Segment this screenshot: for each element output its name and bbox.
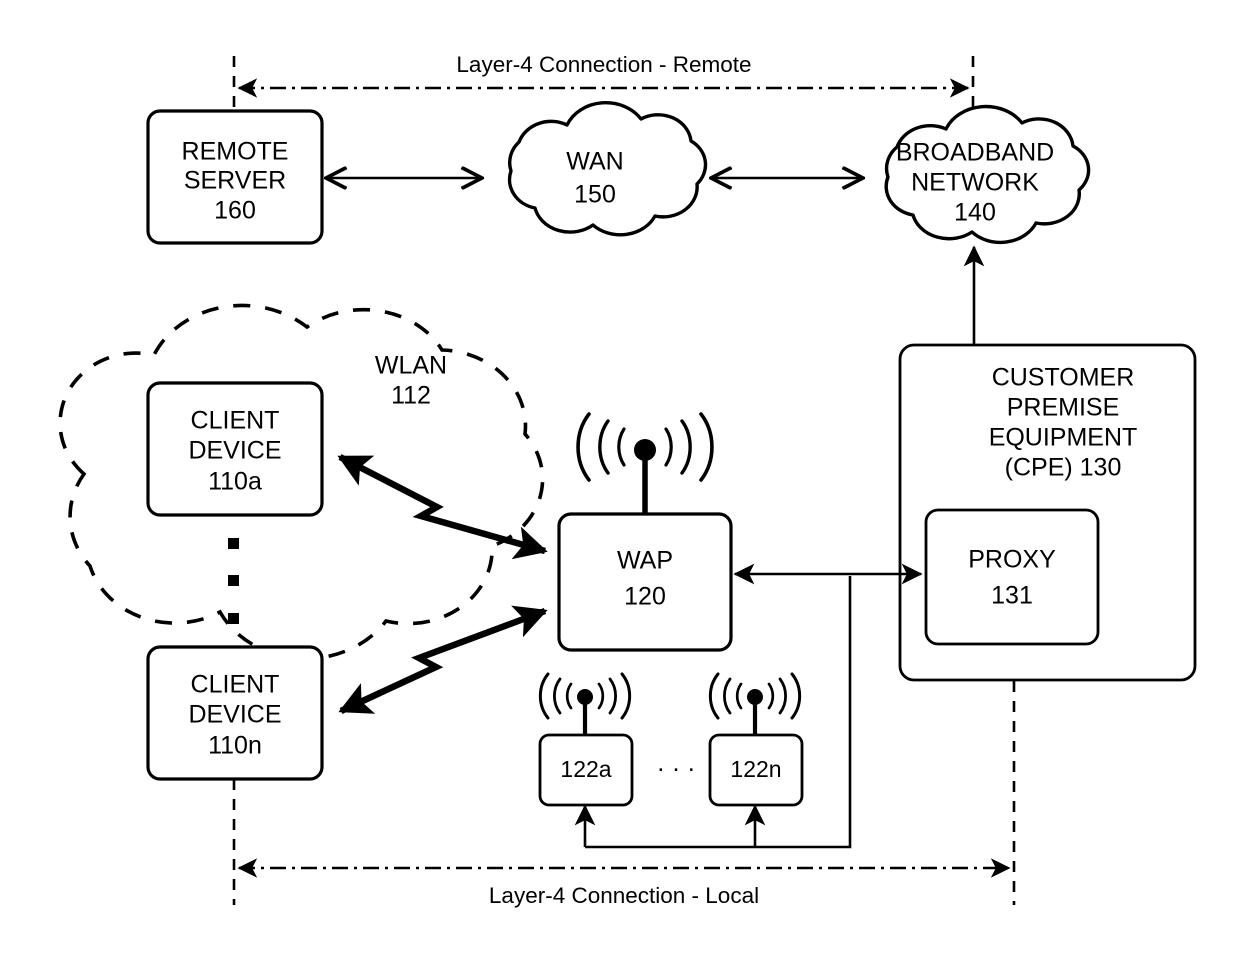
ssid-ellipsis-icon: · · ·	[657, 755, 696, 783]
remote-server-node: REMOTE SERVER 160	[146, 109, 324, 245]
ssid-122a-ref: 122a	[560, 756, 611, 782]
client-110a-ref: 110a	[208, 468, 262, 496]
remote-server-ref: 160	[214, 197, 256, 225]
wap-label: WAP	[617, 547, 673, 575]
wlan-ref: 112	[391, 382, 431, 410]
client-device-110n-node: CLIENT DEVICE 110n	[146, 645, 324, 781]
broadband-line2: NETWORK	[911, 169, 1039, 197]
proxy-box	[924, 508, 1100, 646]
wan-cloud-node: WAN 150	[507, 101, 708, 237]
wap-node: WAP 120	[557, 512, 733, 652]
layer4-remote-label: Layer-4 Connection - Remote	[456, 52, 751, 77]
remote-server-line1: REMOTE	[182, 138, 289, 166]
remote-server-line2: SERVER	[184, 167, 286, 195]
ssid-122a-node: 122a	[538, 733, 634, 807]
cpe-line1: CUSTOMER	[992, 364, 1135, 392]
network-architecture-diagram: Layer-4 Connection - Remote REMOTE SERVE…	[58, 52, 1197, 908]
ssid-122n-node: 122n	[708, 733, 804, 807]
wan-label: WAN	[566, 148, 623, 176]
client-110n-line2: DEVICE	[188, 701, 281, 729]
ssid-122a-antenna-icon	[538, 672, 632, 735]
cpe-line4: (CPE) 130	[1005, 454, 1122, 482]
figure-canvas: Layer-4 Connection - Remote REMOTE SERVE…	[0, 0, 1240, 954]
wan-ref: 150	[574, 181, 616, 209]
wap-antenna-icon	[576, 412, 714, 515]
layer4-local-label: Layer-4 Connection - Local	[489, 883, 759, 908]
wap-ref: 120	[624, 583, 666, 611]
ssid-122n-antenna-icon	[708, 672, 802, 735]
broadband-network-cloud-node: BROADBAND NETWORK 140	[884, 104, 1091, 245]
wlan-label: WLAN	[375, 352, 447, 380]
client-110n-ref: 110n	[208, 732, 262, 760]
client-110a-line2: DEVICE	[188, 437, 281, 465]
client-device-110a-node: CLIENT DEVICE 110a	[146, 381, 324, 517]
proxy-node: PROXY 131	[924, 508, 1100, 646]
broadband-ref: 140	[954, 199, 996, 227]
ssid-122n-ref: 122n	[730, 756, 781, 782]
proxy-label: PROXY	[968, 546, 1056, 574]
client-110n-line1: CLIENT	[191, 671, 280, 699]
cpe-line2: PREMISE	[1007, 394, 1120, 422]
client-110a-line1: CLIENT	[191, 407, 280, 435]
proxy-ref: 131	[991, 582, 1033, 610]
cpe-line3: EQUIPMENT	[989, 424, 1138, 452]
broadband-line1: BROADBAND	[896, 139, 1054, 167]
